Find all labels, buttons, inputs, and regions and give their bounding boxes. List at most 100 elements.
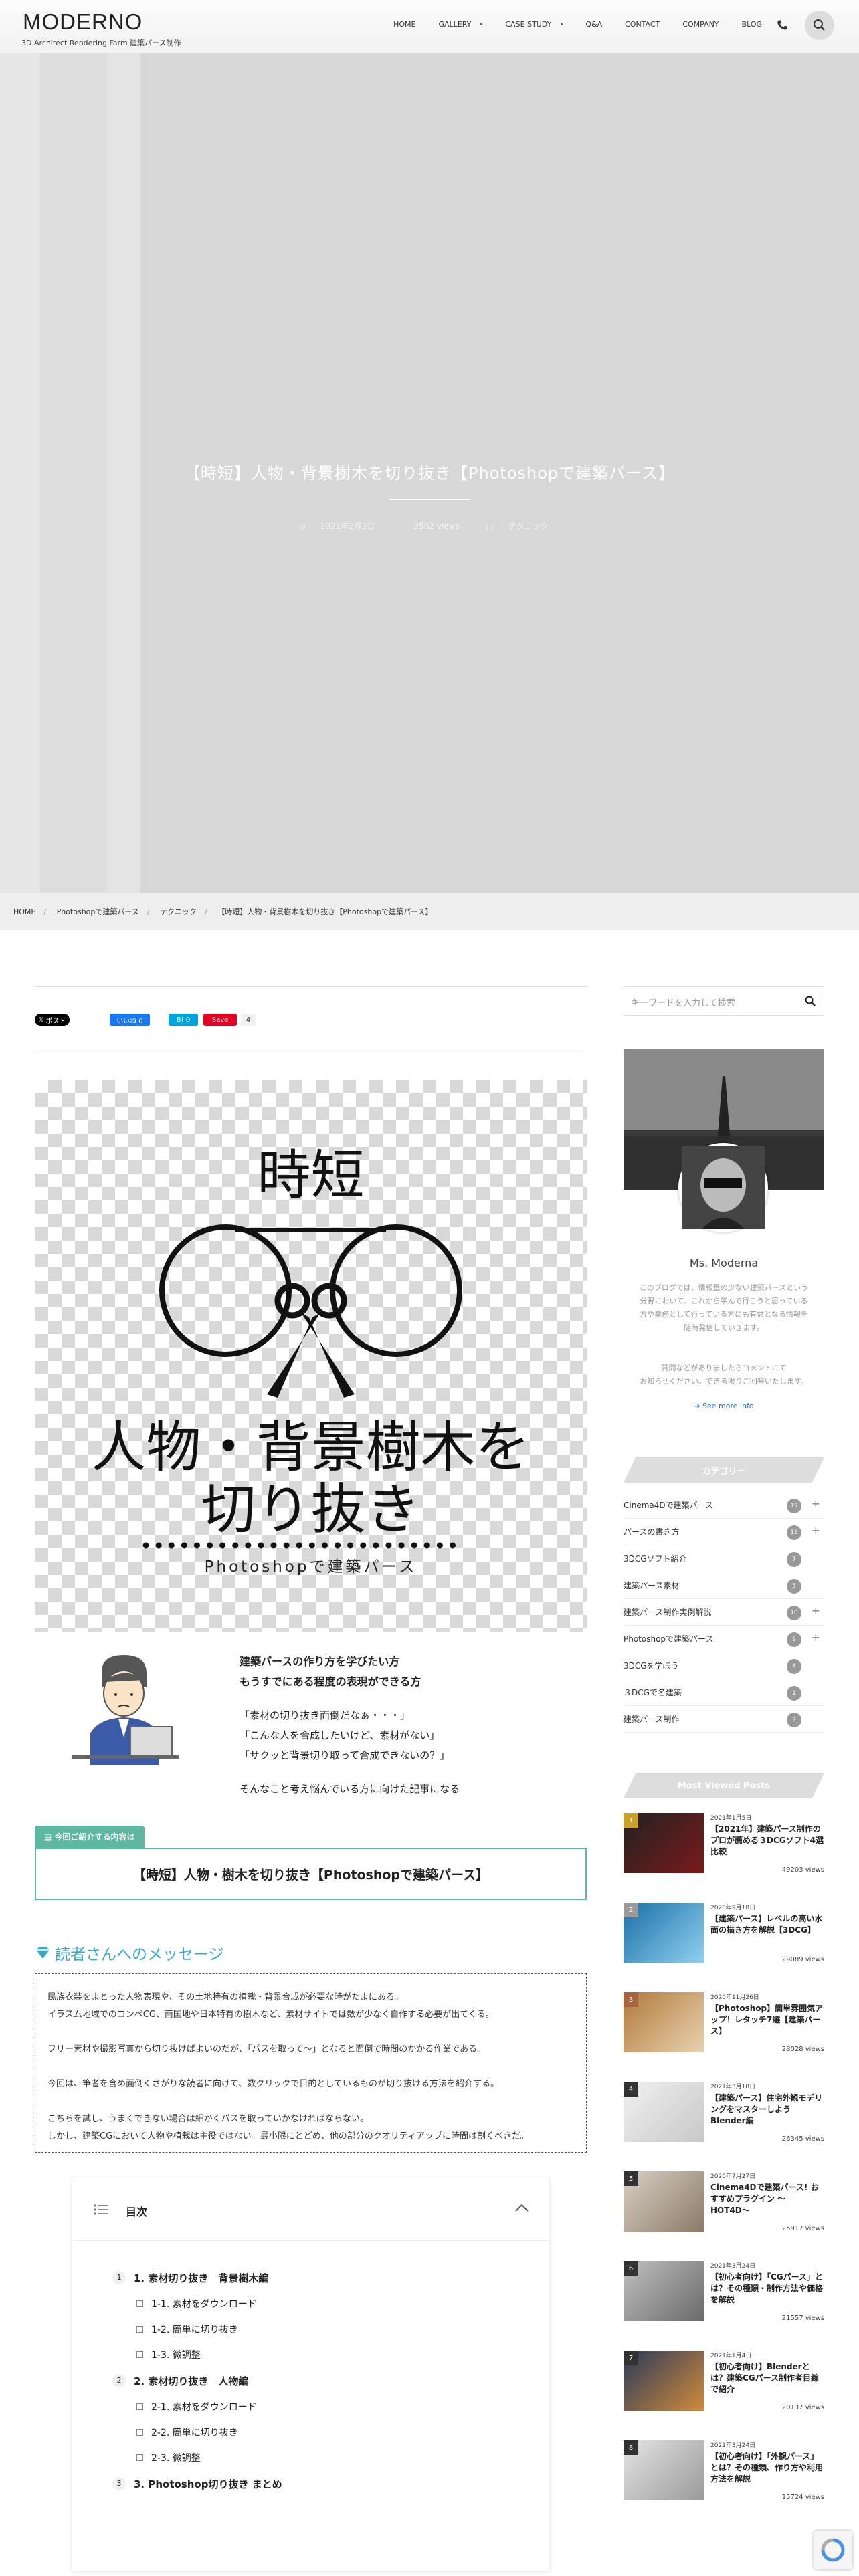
post-views: 26345 views — [781, 2135, 824, 2143]
toc-item[interactable]: 1 1. 素材切り抜き 背景樹木編 — [112, 2264, 282, 2291]
diamond-icon — [36, 1947, 50, 1959]
eyecatch-subtitle: Photoshopで建築パース — [204, 1558, 417, 1576]
post-views: 20137 views — [781, 2404, 824, 2411]
toc-item[interactable]: 1-1. 素材をダウンロード — [112, 2291, 282, 2317]
breadcrumb-subcategory[interactable]: テクニック — [160, 907, 197, 916]
post-views: 25917 views — [781, 2225, 824, 2232]
breadcrumb-category[interactable]: Photoshopで建築パース — [57, 907, 139, 916]
summary-content: 【時短】人物・樹木を切り抜き【Photoshopで建築パース】 — [35, 1848, 587, 1900]
breadcrumb: HOME / Photoshopで建築パース / テクニック / 【時短】人物・背景樹… — [0, 893, 859, 930]
article: 𝕏 ポスト いいね 0 B! 0 Save 4 時短 人物・背景樹木を 切り抜き… — [35, 986, 587, 2571]
site-header: MODERNO 3D Architect Rendering Farm 建築パー… — [0, 0, 859, 53]
post-date: 2021年1月5日 — [710, 1815, 752, 1822]
profile-description: このブログでは、情報量の少ない建築パースという 分野において、これから学んで行こ… — [639, 1283, 809, 1386]
sidebar-search-input[interactable]: キーワードを入力して検索 — [624, 986, 824, 1016]
category-item[interactable]: Photoshopで建築パース 9 + — [624, 1626, 824, 1652]
post-title[interactable]: 【2021年】建築パース制作のプロが薦める３DCGソフト4選比較 — [710, 1824, 824, 1858]
post-title[interactable]: 【建築パース】住宅外観モデリングをマスターしよう Blender編 — [710, 2092, 824, 2127]
summary-box: ▤ 今回ご紹介する内容は 【時短】人物・樹木を切り抜き【Photoshopで建築… — [35, 1826, 587, 1900]
hatena-bookmark-button[interactable]: B! 0 — [169, 1014, 198, 1026]
intro-lead-1: 建築パースの作り方を学びたい方 — [240, 1655, 400, 1668]
expand-plus-icon: + — [811, 1604, 820, 1617]
popular-post[interactable]: 3 2020年11月26日 【Photoshop】簡単雰囲気アップ！レタッチ7選… — [624, 1984, 824, 2074]
category-item[interactable]: 建築パース制作 2 — [624, 1706, 824, 1733]
x-share-button[interactable]: 𝕏 ポスト — [35, 1014, 70, 1026]
message-heading: 読者さんへのメッセージ — [35, 1941, 587, 1964]
post-date: 2020年11月26日 — [710, 1994, 759, 2001]
sidebar: キーワードを入力して検索 Ms. Moderna このブログでは、情報量の少ない… — [624, 986, 824, 2522]
rank-badge: 3 — [624, 1992, 638, 2007]
post-date: 2021年1月4日 — [710, 2353, 752, 2359]
nav-blog[interactable]: BLOG — [742, 20, 762, 29]
recaptcha-icon — [821, 2538, 845, 2562]
pinterest-save-button[interactable]: Save — [203, 1014, 237, 1026]
summary-label: ▤ 今回ご紹介する内容は — [35, 1826, 145, 1848]
toc-item[interactable]: 3 3. Photoshop切り抜き まとめ — [112, 2470, 282, 2497]
site-logo[interactable]: MODERNO — [23, 9, 142, 35]
popular-post[interactable]: 4 2021年3月18日 【建築パース】住宅外観モデリングをマスターしよう Bl… — [624, 2074, 824, 2163]
post-title[interactable]: 【初心者向け】Blenderとは？建築CGパース制作者目線で紹介 — [710, 2361, 824, 2395]
category-item[interactable]: 建築パース素材 5 — [624, 1572, 824, 1599]
category-item[interactable]: 3DCGソフト紹介 7 — [624, 1545, 824, 1572]
nav-company[interactable]: COMPANY — [682, 20, 719, 29]
popular-post[interactable]: 5 2020年7月27日 Cinema4Dで建築パース! おすすめプラグイン 〜… — [624, 2163, 824, 2253]
toc-item[interactable]: 2 2. 素材切り抜き 人物編 — [112, 2367, 282, 2394]
post-title[interactable]: Cinema4Dで建築パース! おすすめプラグイン 〜HOT4D〜 — [710, 2182, 824, 2216]
toc-item[interactable]: 2-3. 微調整 — [112, 2445, 282, 2470]
rank-badge: 7 — [624, 2351, 638, 2365]
intro-text: 建築パースの作り方を学びたい方 もうすでにある程度の表現ができる方 「素材の切り… — [240, 1652, 460, 1799]
post-date: 2020年9月18日 — [710, 1905, 756, 1911]
post-date: 2021年3月24日 — [710, 2263, 756, 2270]
table-of-contents: 目次 1 1. 素材切り抜き 背景樹木編 1-1. 素材をダウンロード 1-2. … — [72, 2177, 550, 2571]
category-item[interactable]: ３DCGで名建築 1 — [624, 1679, 824, 1706]
popular-post[interactable]: 2 2020年9月18日 【建築パース】レベルの高い水面の描き方を解説【3DCG… — [624, 1895, 824, 1984]
recaptcha-badge[interactable] — [814, 2531, 852, 2569]
popular-post[interactable]: 6 2021年3月24日 【初心者向け】「CGパース」とは？その種類・制作方法や… — [624, 2253, 824, 2343]
toc-item[interactable]: 1-2. 簡単に切り抜き — [112, 2317, 282, 2342]
eyecatch-line-2: 切り抜き — [201, 1478, 421, 1541]
toc-item[interactable]: 1-3. 微調整 — [112, 2342, 282, 2367]
nav-contact[interactable]: CONTACT — [625, 20, 660, 29]
popular-post[interactable]: 7 2021年1月4日 【初心者向け】Blenderとは？建築CGパース制作者目… — [624, 2343, 824, 2432]
post-title[interactable]: 【初心者向け】「CGパース」とは？その種類・制作方法や価格を解説 — [710, 2272, 824, 2306]
breadcrumb-home[interactable]: HOME — [13, 907, 35, 916]
dropdown-dot-icon — [561, 23, 563, 25]
share-buttons: 𝕏 ポスト いいね 0 B! 0 Save 4 — [35, 987, 587, 1053]
rank-badge: 1 — [624, 1813, 638, 1828]
post-category[interactable]: ▢ テクニック — [486, 522, 560, 531]
intro-lead-2: もうすでにある程度の表現ができる方 — [240, 1675, 421, 1688]
popular-post[interactable]: 1 2021年1月5日 【2021年】建築パース制作のプロが薦める３DCGソフト… — [624, 1805, 824, 1895]
category-item[interactable]: Cinema4Dで建築パース 19 + — [624, 1492, 824, 1519]
see-more-link[interactable]: ➜ See more info — [624, 1402, 824, 1410]
category-item[interactable]: パースの書き方 18 + — [624, 1519, 824, 1545]
rank-badge: 2 — [624, 1903, 638, 1917]
post-title[interactable]: 【初心者向け】「外観パース」とは？その種類、作り方や利用方法を解説 — [710, 2451, 824, 2485]
nav-home[interactable]: HOME — [393, 20, 415, 29]
search-icon[interactable] — [805, 996, 816, 1006]
post-date: 2020年7月27日 — [710, 2173, 756, 2180]
scissors-icon — [159, 1224, 462, 1398]
category-item[interactable]: 建築パース制作実例解説 10 + — [624, 1599, 824, 1626]
worried-man-illustration — [72, 1655, 179, 1765]
post-views: 15724 views — [781, 2494, 824, 2501]
category-item[interactable]: 3DCGを学ぼう 4 — [624, 1652, 824, 1679]
post-title[interactable]: 【Photoshop】簡単雰囲気アップ！レタッチ7選【建築パース】 — [710, 2003, 824, 2037]
nav-gallery[interactable]: GALLERY — [438, 20, 483, 29]
nav-case-study[interactable]: CASE STUDY — [505, 20, 563, 29]
nav-qa[interactable]: Q&A — [585, 20, 602, 29]
profile-name: Ms. Moderna — [689, 1257, 759, 1269]
chevron-up-icon[interactable] — [514, 2203, 529, 2212]
popular-post[interactable]: 8 2021年3月24日 【初心者向け】「外観パース」とは？その種類、作り方や利… — [624, 2432, 824, 2522]
phone-icon[interactable] — [776, 19, 788, 32]
dotted-divider — [142, 1542, 456, 1549]
toc-item[interactable]: 2-2. 簡単に切り抜き — [112, 2420, 282, 2445]
facebook-like-button[interactable]: いいね 0 — [110, 1014, 150, 1026]
post-title[interactable]: 【建築パース】レベルの高い水面の描き方を解説【3DCG】 — [710, 1913, 824, 1936]
header-search-button[interactable] — [805, 11, 834, 40]
toc-header[interactable]: 目次 — [72, 2177, 549, 2241]
post-date: 2021年3月18日 — [710, 2084, 756, 2090]
rank-badge: 4 — [624, 2082, 638, 2097]
category-widget-title: カテゴリー — [624, 1457, 824, 1483]
toc-item[interactable]: 2-1. 素材をダウンロード — [112, 2394, 282, 2420]
profile-avatar — [678, 1143, 768, 1232]
